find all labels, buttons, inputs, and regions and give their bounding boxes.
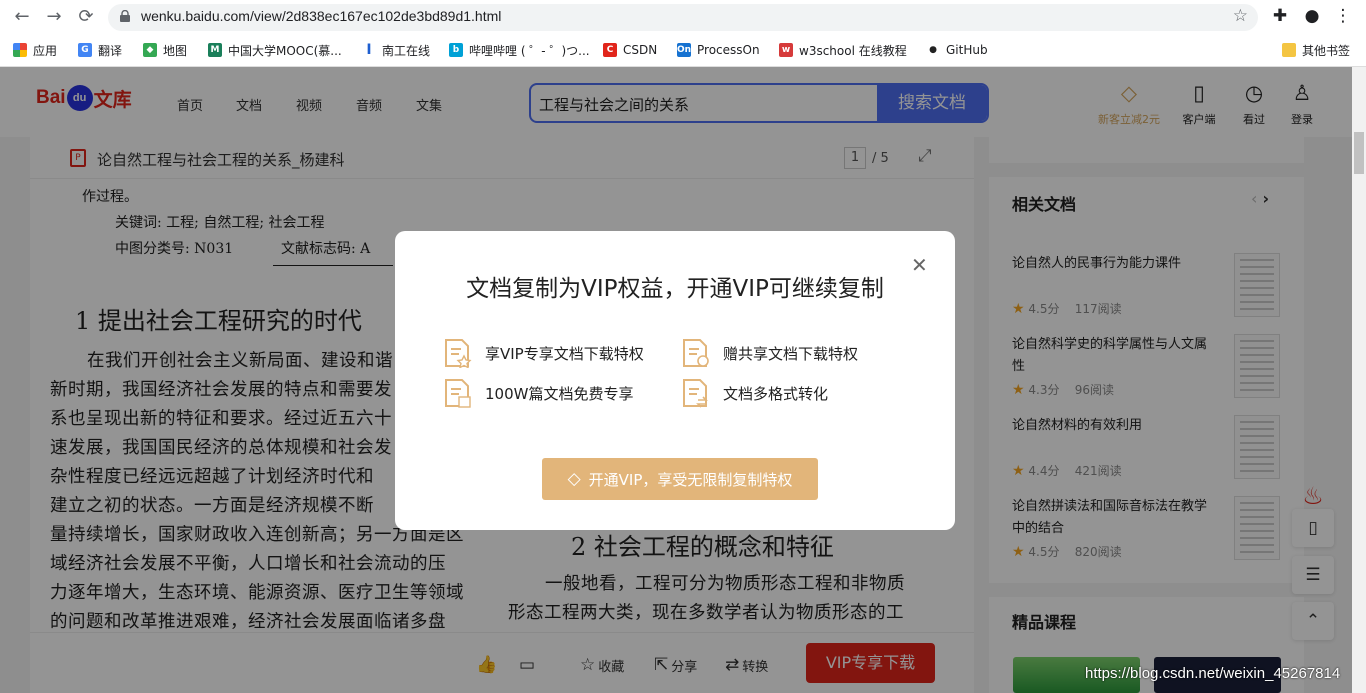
bookmark-label: 其他书签 bbox=[1302, 43, 1351, 58]
bookmark-label: ProcessOn bbox=[697, 43, 760, 57]
vip-copy-modal: ✕ 文档复制为VIP权益，开通VIP可继续复制 享VIP专享文档下载特权 赠共享… bbox=[395, 231, 955, 530]
bookmark-processon[interactable]: On ProcessOn bbox=[677, 40, 760, 60]
translate-icon: G bbox=[78, 43, 92, 57]
processon-icon: On bbox=[676, 43, 692, 57]
url-text: wenku.baidu.com/view/2d838ec167ec102de3b… bbox=[141, 8, 502, 24]
diamond-icon: ◇ bbox=[567, 469, 581, 489]
mooc-icon: M bbox=[208, 43, 222, 57]
bookmark-label: w3school 在线教程 bbox=[799, 43, 907, 58]
doc-star-icon bbox=[445, 339, 472, 368]
bookmark-label: 哔哩哔哩 ( ゜- ゜)つ... bbox=[469, 43, 590, 58]
bilibili-icon: b bbox=[449, 43, 463, 57]
benefit-item: 100W篇文档免费专享 bbox=[444, 378, 633, 408]
bookmark-w3school[interactable]: w w3school 在线教程 bbox=[779, 40, 907, 60]
maps-icon: ◆ bbox=[143, 43, 157, 57]
bookmark-translate[interactable]: G 翻译 bbox=[78, 40, 122, 60]
bookmark-csdn[interactable]: C CSDN bbox=[603, 40, 657, 60]
bookmark-github[interactable]: ● GitHub bbox=[926, 40, 988, 60]
benefit-item: 文档多格式转化 bbox=[682, 378, 828, 408]
bookmark-label: GitHub bbox=[946, 43, 988, 57]
w3school-icon: w bbox=[779, 43, 793, 57]
lock-icon bbox=[120, 10, 130, 22]
browser-chrome: ← → ⟳ wenku.baidu.com/view/2d838ec167ec1… bbox=[0, 0, 1366, 67]
benefit-label: 赠共享文档下载特权 bbox=[723, 344, 859, 363]
watermark: https://blog.csdn.net/weixin_45267814 bbox=[1085, 665, 1341, 682]
github-icon: ● bbox=[926, 43, 940, 57]
benefit-label: 文档多格式转化 bbox=[723, 384, 829, 403]
back-icon[interactable]: ← bbox=[11, 6, 33, 28]
bookmark-bilibili[interactable]: b 哔哩哔哩 ( ゜- ゜)つ... bbox=[449, 40, 590, 60]
benefit-item: 享VIP专享文档下载特权 bbox=[444, 338, 644, 368]
forward-icon[interactable]: → bbox=[43, 6, 65, 28]
doc-refresh-icon bbox=[683, 339, 709, 367]
bookmark-star-icon[interactable]: ☆ bbox=[1233, 6, 1248, 26]
bookmark-label: 南工在线 bbox=[382, 43, 431, 58]
bookmarks-bar: 应用 G 翻译 ◆ 地图 M 中国大学MOOC(慕... I 南工在线 b 哔哩哔哩 ( … bbox=[0, 38, 1366, 62]
scrollbar-thumb[interactable] bbox=[1354, 132, 1364, 174]
menu-icon[interactable]: ⋮ bbox=[1332, 6, 1354, 28]
bookmark-label: 翻译 bbox=[98, 43, 123, 58]
benefit-item: 赠共享文档下载特权 bbox=[682, 338, 858, 368]
nangong-icon: I bbox=[362, 42, 376, 58]
doc-convert-icon bbox=[683, 379, 708, 408]
bookmark-label: CSDN bbox=[623, 43, 658, 57]
bookmark-other[interactable]: 其他书签 bbox=[1282, 40, 1350, 60]
bookmark-apps[interactable]: 应用 bbox=[13, 40, 57, 60]
csdn-icon: C bbox=[603, 43, 617, 57]
bookmark-mooc[interactable]: M 中国大学MOOC(慕... bbox=[208, 40, 342, 60]
profile-icon[interactable]: ● bbox=[1301, 6, 1323, 28]
bookmark-label: 中国大学MOOC(慕... bbox=[228, 43, 342, 58]
extensions-icon[interactable]: ✚ bbox=[1269, 6, 1291, 28]
bookmark-maps[interactable]: ◆ 地图 bbox=[143, 40, 187, 60]
benefit-label: 享VIP专享文档下载特权 bbox=[485, 344, 644, 363]
modal-title: 文档复制为VIP权益，开通VIP可继续复制 bbox=[466, 276, 884, 302]
folder-icon bbox=[1282, 43, 1296, 57]
open-vip-button[interactable]: ◇ 开通VIP，享受无限制复制特权 bbox=[542, 458, 818, 500]
benefit-label: 100W篇文档免费专享 bbox=[485, 384, 634, 403]
address-bar[interactable]: wenku.baidu.com/view/2d838ec167ec102de3b… bbox=[108, 4, 1258, 31]
bookmark-label: 应用 bbox=[33, 43, 58, 58]
bookmark-label: 地图 bbox=[163, 43, 188, 58]
doc-free-icon bbox=[445, 379, 471, 408]
open-vip-label: 开通VIP，享受无限制复制特权 bbox=[588, 470, 793, 489]
apps-grid-icon bbox=[13, 43, 27, 57]
reload-icon[interactable]: ⟳ bbox=[75, 6, 97, 28]
bookmark-nangong[interactable]: I 南工在线 bbox=[362, 40, 430, 60]
